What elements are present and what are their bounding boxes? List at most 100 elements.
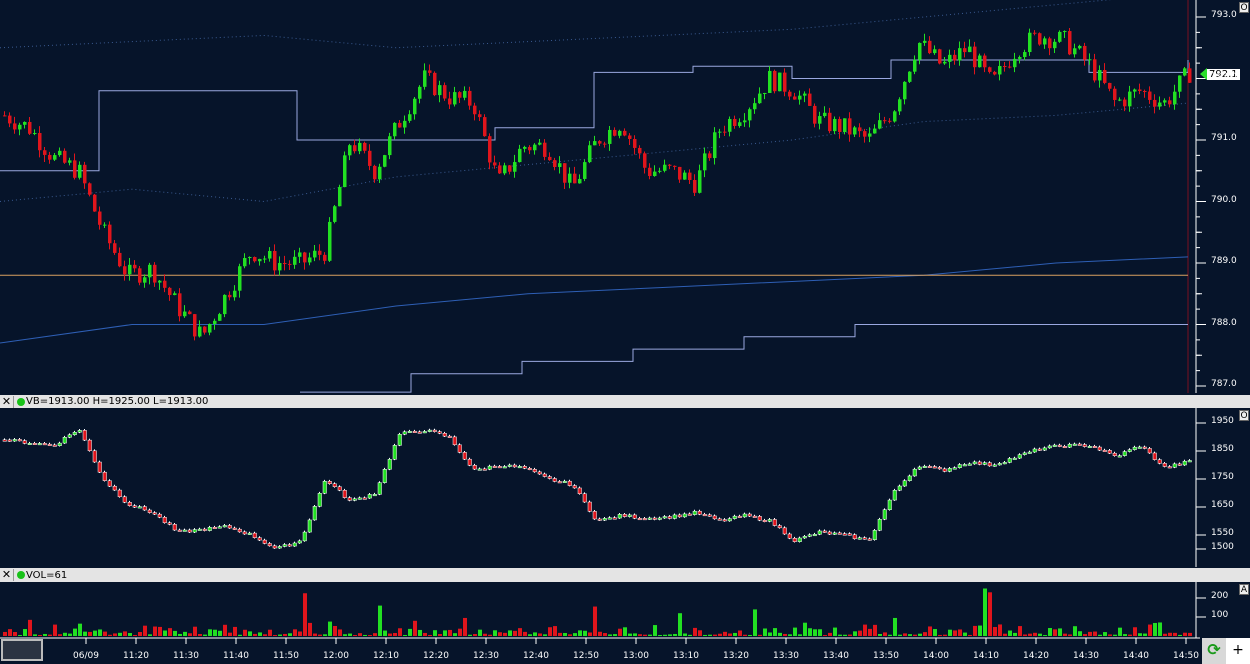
candle-body <box>173 293 177 296</box>
vol-panel-corner-button[interactable]: A <box>1239 584 1249 595</box>
volume-bar <box>378 605 382 636</box>
candle-body <box>408 114 412 121</box>
candle-body <box>423 70 427 87</box>
vb-tick-label: 1950 <box>1211 416 1234 426</box>
vb-candle <box>397 433 402 446</box>
candle-body <box>948 54 952 62</box>
vb-candle <box>1177 463 1182 466</box>
price-tick-label: 792.0 <box>1211 71 1237 82</box>
vb-candle <box>832 532 837 535</box>
vb-candle <box>467 458 472 466</box>
vb-candle <box>597 518 602 521</box>
vb-candle <box>827 531 832 535</box>
vb-candle <box>587 501 592 512</box>
candle-body <box>893 111 897 122</box>
candle-body <box>838 118 842 132</box>
vb-candle <box>1042 447 1047 451</box>
candle-body <box>988 67 992 72</box>
time-tick-label: 11:40 <box>223 651 249 661</box>
vb-candle <box>942 468 947 472</box>
volume-bar <box>583 630 587 636</box>
candle-body <box>498 165 502 174</box>
candle-body <box>968 46 972 53</box>
vb-candle <box>1097 446 1102 451</box>
time-tick-label: 14:00 <box>923 651 949 661</box>
volume-bar <box>738 630 742 636</box>
vb-candle <box>277 546 282 549</box>
price-panel-corner-button[interactable]: O <box>1239 2 1249 13</box>
scroll-thumb[interactable] <box>1 639 43 661</box>
candle-body <box>448 98 452 105</box>
candle-body <box>1153 99 1157 107</box>
volume-bar <box>3 631 7 636</box>
vb-candle <box>617 514 622 519</box>
candle-body <box>1013 58 1017 68</box>
volume-bar <box>978 625 982 636</box>
vol-indicator-dot-icon <box>17 571 25 579</box>
vb-candle <box>2 439 7 442</box>
candle-body <box>1098 70 1102 81</box>
vb-candle <box>947 468 952 472</box>
vb-candle <box>1137 446 1142 449</box>
vb-tick-label: 1650 <box>1211 500 1234 510</box>
vb-candle <box>1117 455 1122 458</box>
candle-body <box>803 93 807 96</box>
candle-body <box>933 49 937 54</box>
volume-bar <box>1053 629 1057 636</box>
refresh-button[interactable]: ⟳ <box>1202 638 1226 664</box>
candle-body <box>548 156 552 161</box>
vb-candle <box>637 518 642 521</box>
vb-candle <box>187 529 192 533</box>
volume-bar <box>488 634 492 636</box>
candle-body <box>1038 33 1042 45</box>
vb-candle <box>232 527 237 530</box>
vb-candle <box>1092 446 1097 449</box>
vb-candle <box>807 534 812 537</box>
vb-candle <box>792 538 797 542</box>
volume-bar <box>933 629 937 636</box>
time-tick-label: 14:50 <box>1173 651 1199 661</box>
candle-body <box>268 250 272 259</box>
close-vb-panel-button[interactable]: ✕ <box>0 395 14 408</box>
candle-body <box>378 166 382 180</box>
vb-candle <box>357 497 362 500</box>
volume-bar <box>528 634 532 636</box>
vb-panel-corner-button[interactable]: O <box>1239 410 1249 421</box>
volume-bar <box>848 634 852 636</box>
volume-bar <box>278 634 282 636</box>
candle-body <box>1163 100 1167 103</box>
candle-body <box>258 258 262 262</box>
candle-body <box>823 112 827 117</box>
volume-bar <box>143 625 147 636</box>
vb-candle <box>27 442 32 445</box>
candle-body <box>428 70 432 73</box>
chart-canvas[interactable] <box>0 0 1250 664</box>
candle-body <box>663 164 667 171</box>
volume-bar <box>828 632 832 636</box>
volume-bar <box>728 633 732 636</box>
volume-bar <box>318 634 322 636</box>
volume-bar <box>1108 634 1112 636</box>
volume-bar <box>668 634 672 636</box>
vb-candle <box>412 430 417 433</box>
vb-candle <box>147 509 152 513</box>
candle-body <box>123 266 127 275</box>
vb-candle <box>17 439 22 442</box>
vb-candle <box>622 514 627 517</box>
vb-candle <box>872 530 877 540</box>
candle-body <box>913 59 917 72</box>
close-vol-panel-button[interactable]: ✕ <box>0 569 14 581</box>
volume-bar <box>743 634 747 636</box>
vb-candle <box>307 519 312 533</box>
vb-candle <box>1027 451 1032 454</box>
volume-bar <box>478 629 482 636</box>
volume-bar <box>418 629 422 636</box>
add-panel-button[interactable]: + <box>1226 638 1250 664</box>
vb-candle <box>1087 446 1092 449</box>
vb-indicator-dot-icon <box>17 397 25 406</box>
candle-body <box>1143 91 1147 93</box>
volume-bar <box>398 628 402 636</box>
volume-bar <box>868 628 872 636</box>
candle-body <box>1178 75 1182 92</box>
candle-body <box>533 144 537 151</box>
